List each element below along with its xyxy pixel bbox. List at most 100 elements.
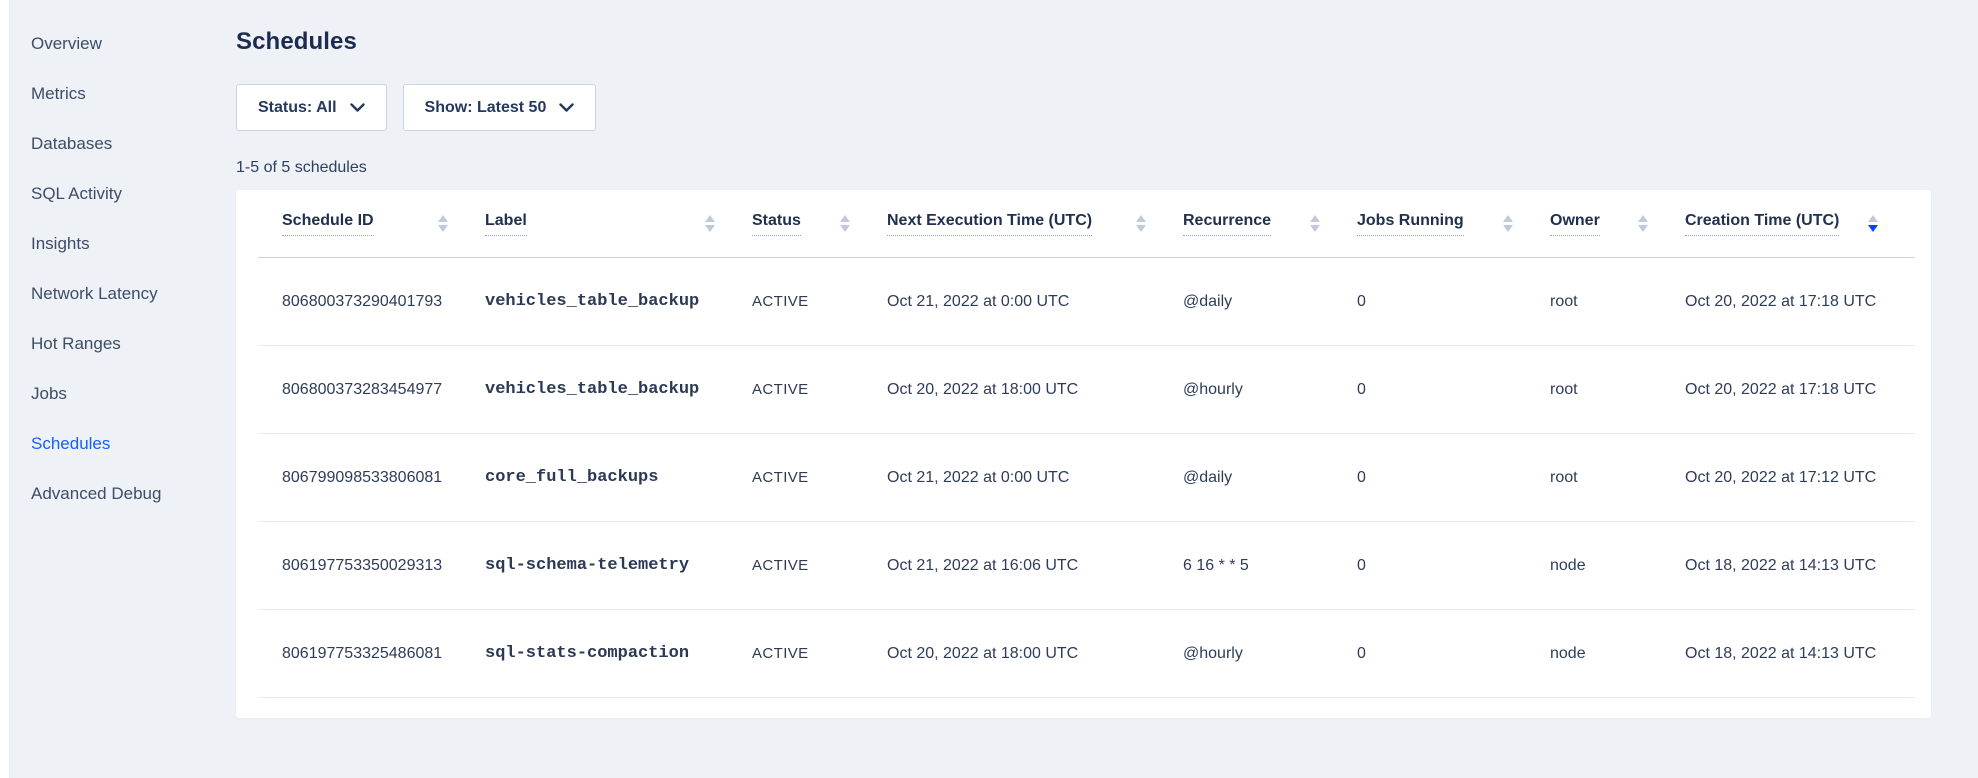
sort-icon — [705, 215, 715, 232]
sidebar-item-schedules[interactable]: Schedules — [31, 419, 231, 469]
jobs-running-cell: 0 — [1357, 645, 1550, 663]
sidebar-item-hot-ranges[interactable]: Hot Ranges — [31, 319, 231, 369]
sort-down-arrow-icon — [840, 225, 850, 232]
column-header-label: Label — [485, 212, 527, 236]
status-cell: ACTIVE — [752, 293, 887, 310]
show-filter-dropdown[interactable]: Show: Latest 50 — [403, 84, 597, 131]
recurrence-cell: @daily — [1183, 293, 1357, 311]
creation-time-cell: Oct 18, 2022 at 14:13 UTC — [1685, 645, 1915, 663]
owner-cell: node — [1550, 557, 1685, 575]
schedules-table-card: Schedule ID Label Status Next Execution … — [236, 190, 1931, 718]
sidebar-item-jobs[interactable]: Jobs — [31, 369, 231, 419]
column-header-label: Creation Time (UTC) — [1685, 212, 1839, 236]
table-row[interactable]: 806197753325486081 sql-stats-compaction … — [258, 610, 1915, 698]
column-header-label[interactable]: Label — [485, 212, 752, 236]
label-cell: vehicles_table_backup — [485, 380, 752, 399]
sort-down-arrow-icon — [1136, 225, 1146, 232]
sort-up-arrow-icon — [1638, 215, 1648, 222]
schedule-id-cell: 806800373283454977 — [282, 381, 485, 399]
creation-time-cell: Oct 20, 2022 at 17:12 UTC — [1685, 469, 1915, 487]
sidebar-item-label: Network Latency — [31, 284, 158, 303]
sort-down-arrow-icon — [705, 225, 715, 232]
sidebar-item-insights[interactable]: Insights — [31, 219, 231, 269]
next-execution-cell: Oct 21, 2022 at 0:00 UTC — [887, 293, 1183, 311]
schedules-table: Schedule ID Label Status Next Execution … — [258, 190, 1915, 698]
sort-up-arrow-icon — [1503, 215, 1513, 222]
sidebar-item-overview[interactable]: Overview — [31, 19, 231, 69]
sidebar-nav: Overview Metrics Databases SQL Activity … — [31, 19, 231, 519]
owner-cell: root — [1550, 293, 1685, 311]
sidebar-item-network-latency[interactable]: Network Latency — [31, 269, 231, 319]
sort-up-arrow-icon — [438, 215, 448, 222]
table-header-row: Schedule ID Label Status Next Execution … — [258, 190, 1915, 258]
sidebar-item-label: Schedules — [31, 434, 110, 453]
schedule-id-cell: 806799098533806081 — [282, 469, 485, 487]
creation-time-cell: Oct 20, 2022 at 17:18 UTC — [1685, 293, 1915, 311]
owner-cell: node — [1550, 645, 1685, 663]
sidebar-item-advanced-debug[interactable]: Advanced Debug — [31, 469, 231, 519]
column-header-jobs-running[interactable]: Jobs Running — [1357, 212, 1550, 236]
schedule-id-cell: 806197753350029313 — [282, 557, 485, 575]
status-cell: ACTIVE — [752, 557, 887, 574]
recurrence-cell: @hourly — [1183, 645, 1357, 663]
sidebar-item-label: Metrics — [31, 84, 86, 103]
sidebar-item-sql-activity[interactable]: SQL Activity — [31, 169, 231, 219]
sort-down-arrow-icon — [1638, 225, 1648, 232]
column-header-owner[interactable]: Owner — [1550, 212, 1685, 236]
jobs-running-cell: 0 — [1357, 469, 1550, 487]
label-cell: sql-stats-compaction — [485, 644, 752, 663]
label-cell: core_full_backups — [485, 468, 752, 487]
sidebar-item-label: Databases — [31, 134, 112, 153]
sort-down-arrow-icon — [1868, 225, 1878, 232]
chevron-down-icon — [559, 103, 574, 113]
filter-bar: Status: All Show: Latest 50 — [236, 84, 1931, 131]
table-row[interactable]: 806800373283454977 vehicles_table_backup… — [258, 346, 1915, 434]
sort-up-arrow-icon — [1868, 215, 1878, 222]
sort-up-arrow-icon — [1310, 215, 1320, 222]
column-header-label: Next Execution Time (UTC) — [887, 212, 1092, 236]
column-header-label: Jobs Running — [1357, 212, 1464, 236]
sort-icon — [1868, 215, 1878, 232]
sort-down-arrow-icon — [438, 225, 448, 232]
column-header-next-execution-time-utc[interactable]: Next Execution Time (UTC) — [887, 212, 1183, 236]
next-execution-cell: Oct 21, 2022 at 16:06 UTC — [887, 557, 1183, 575]
column-header-schedule-id[interactable]: Schedule ID — [282, 212, 485, 236]
table-row[interactable]: 806799098533806081 core_full_backups ACT… — [258, 434, 1915, 522]
sort-down-arrow-icon — [1310, 225, 1320, 232]
sort-icon — [1638, 215, 1648, 232]
sort-icon — [438, 215, 448, 232]
creation-time-cell: Oct 18, 2022 at 14:13 UTC — [1685, 557, 1915, 575]
sidebar-item-label: SQL Activity — [31, 184, 122, 203]
sort-icon — [1503, 215, 1513, 232]
creation-time-cell: Oct 20, 2022 at 17:18 UTC — [1685, 381, 1915, 399]
next-execution-cell: Oct 20, 2022 at 18:00 UTC — [887, 381, 1183, 399]
sidebar-item-label: Jobs — [31, 384, 67, 403]
chevron-down-icon — [350, 103, 365, 113]
sort-down-arrow-icon — [1503, 225, 1513, 232]
sort-up-arrow-icon — [1136, 215, 1146, 222]
table-body: 806800373290401793 vehicles_table_backup… — [258, 258, 1915, 698]
column-header-status[interactable]: Status — [752, 212, 887, 236]
column-header-label: Schedule ID — [282, 212, 374, 236]
column-header-label: Recurrence — [1183, 212, 1271, 236]
owner-cell: root — [1550, 381, 1685, 399]
sidebar-item-metrics[interactable]: Metrics — [31, 69, 231, 119]
jobs-running-cell: 0 — [1357, 557, 1550, 575]
label-cell: vehicles_table_backup — [485, 292, 752, 311]
jobs-running-cell: 0 — [1357, 293, 1550, 311]
results-count: 1-5 of 5 schedules — [236, 157, 1931, 179]
next-execution-cell: Oct 20, 2022 at 18:00 UTC — [887, 645, 1183, 663]
label-cell: sql-schema-telemetry — [485, 556, 752, 575]
show-filter-label: Show: Latest 50 — [425, 99, 547, 117]
table-row[interactable]: 806800373290401793 vehicles_table_backup… — [258, 258, 1915, 346]
sort-icon — [1310, 215, 1320, 232]
column-header-recurrence[interactable]: Recurrence — [1183, 212, 1357, 236]
status-filter-dropdown[interactable]: Status: All — [236, 84, 387, 131]
sidebar-item-databases[interactable]: Databases — [31, 119, 231, 169]
status-cell: ACTIVE — [752, 381, 887, 398]
owner-cell: root — [1550, 469, 1685, 487]
sort-up-arrow-icon — [840, 215, 850, 222]
status-cell: ACTIVE — [752, 469, 887, 486]
column-header-creation-time-utc[interactable]: Creation Time (UTC) — [1685, 212, 1915, 236]
table-row[interactable]: 806197753350029313 sql-schema-telemetry … — [258, 522, 1915, 610]
